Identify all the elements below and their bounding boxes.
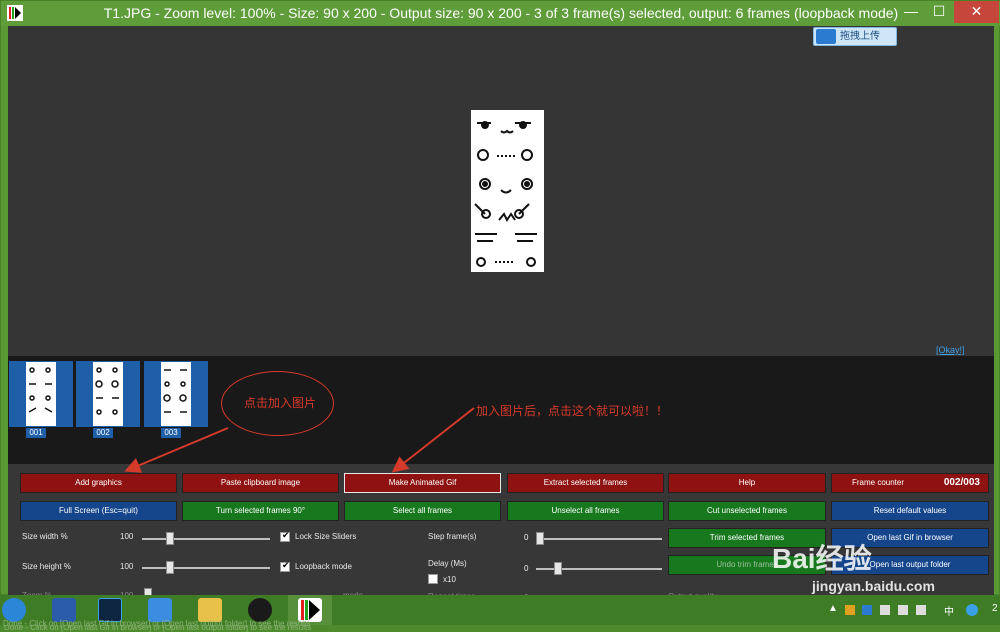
annotation-arrow-add <box>124 427 229 473</box>
annotation-arrow-make <box>391 407 475 473</box>
taskbar-clock[interactable]: 2 <box>992 603 998 614</box>
tray-app-icon[interactable] <box>845 605 855 615</box>
baidu-watermark-logo: Bai经验 <box>772 543 872 574</box>
tray-network-icon[interactable] <box>898 605 908 615</box>
tray-cloud-icon[interactable] <box>862 605 872 615</box>
tray-volume-icon[interactable] <box>916 605 926 615</box>
tray-flag-icon[interactable] <box>880 605 890 615</box>
baidu-watermark-url: jingyan.baidu.com <box>812 578 935 594</box>
tray-lang-icon[interactable] <box>966 604 978 616</box>
status-bar-text-visible: Done - Click on [Open last Gif in browse… <box>3 619 311 628</box>
annotation-arrows <box>124 407 475 473</box>
tray-ime-indicator[interactable]: 中 <box>944 603 954 618</box>
tray-chevron-icon[interactable]: ▲ <box>828 603 838 614</box>
